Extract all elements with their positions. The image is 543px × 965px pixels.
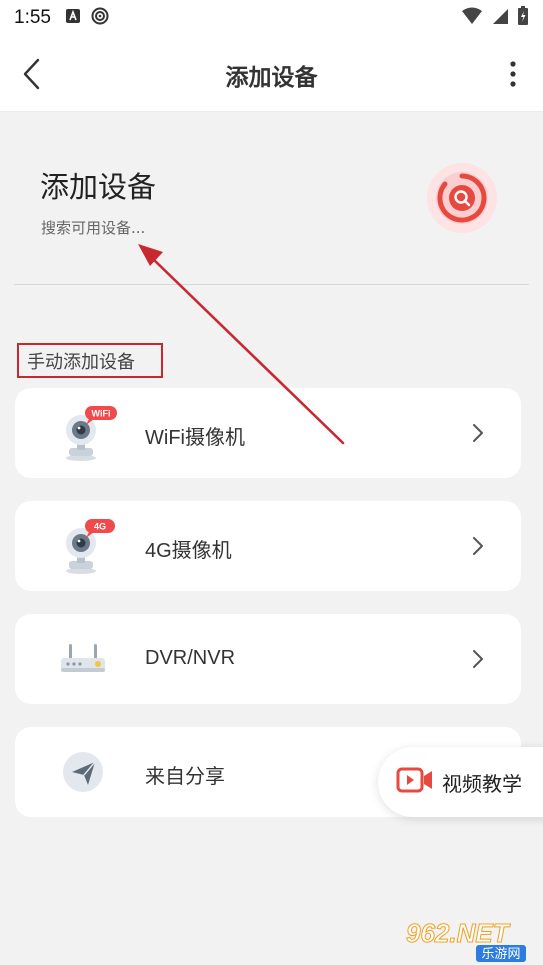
search-status-text: 搜索可用设备...: [41, 219, 146, 237]
chevron-right-icon: [471, 535, 485, 557]
device-label: 4G摄像机: [145, 540, 232, 562]
battery-icon: [517, 6, 529, 30]
router-icon: [59, 630, 121, 688]
notification-a-icon: [65, 8, 81, 28]
device-label: DVR/NVR: [145, 647, 236, 669]
video-tutorial-button[interactable]: 视频教学: [378, 747, 543, 817]
app-bar: 添加设备: [0, 36, 543, 112]
4g-camera-icon: 4G: [59, 517, 121, 575]
search-scan-icon: [427, 163, 497, 233]
divider: [14, 284, 529, 285]
wifi-signal-icon: [461, 7, 483, 29]
paper-plane-icon: [59, 743, 121, 801]
notification-target-icon: [91, 7, 109, 29]
search-title: 添加设备: [40, 170, 157, 204]
wifi-badge-text: WiFi: [92, 409, 111, 419]
chevron-right-icon: [471, 422, 485, 444]
watermark-logo: 962.NET 乐游网: [400, 914, 543, 964]
watermark-sub: 乐游网: [481, 947, 520, 962]
manual-add-section-label: 手动添加设备: [17, 343, 163, 378]
page-title: 添加设备: [225, 65, 318, 91]
video-tutorial-label: 视频教学: [442, 771, 522, 796]
status-bar: 1:55: [0, 0, 543, 36]
device-card-dvr-nvr[interactable]: DVR/NVR: [15, 614, 521, 704]
more-vertical-icon: [510, 61, 516, 87]
device-card-wifi-camera[interactable]: WiFi WiFi摄像机: [15, 388, 521, 478]
device-label: 来自分享: [145, 766, 225, 788]
status-time: 1:55: [14, 7, 51, 28]
device-label: WiFi摄像机: [145, 427, 245, 449]
video-camera-icon: [396, 766, 434, 798]
device-card-4g-camera[interactable]: 4G 4G摄像机: [15, 501, 521, 591]
search-scan-button[interactable]: [426, 162, 498, 234]
cell-signal-icon: [491, 7, 509, 29]
watermark-brand: 962.NET: [406, 918, 511, 948]
chevron-right-icon: [471, 648, 485, 670]
device-search-section: 添加设备 搜索可用设备...: [0, 112, 543, 286]
4g-badge-text: 4G: [94, 522, 106, 532]
more-options-button[interactable]: [499, 58, 527, 90]
wifi-camera-icon: WiFi: [59, 404, 121, 462]
